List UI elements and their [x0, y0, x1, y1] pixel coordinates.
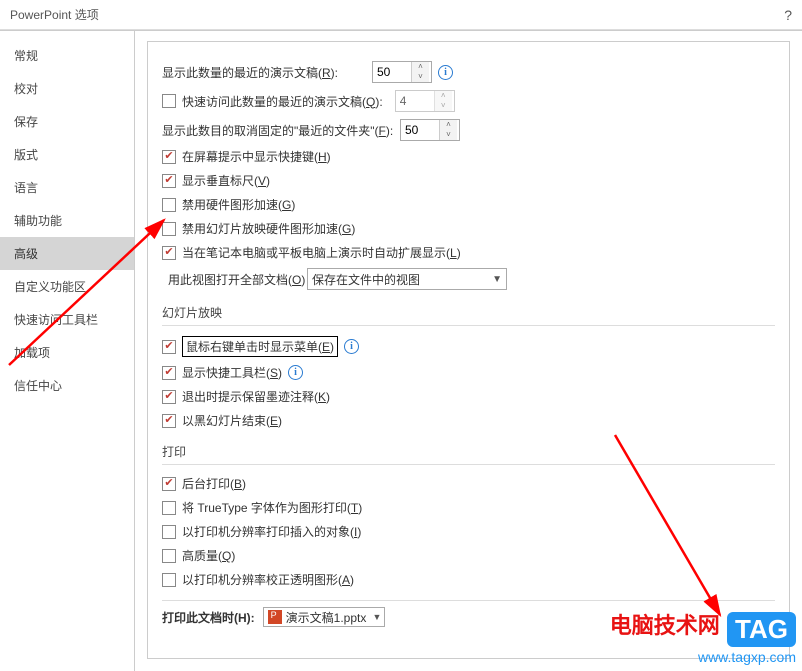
ink-label: 退出时提示保留墨迹注释(K): [182, 388, 330, 405]
spin-up-icon[interactable]: ˄: [440, 120, 457, 130]
sidebar-item-general[interactable]: 常规: [0, 39, 134, 72]
rightclick-menu-label: 鼠标右键单击时显示菜单(E): [182, 336, 338, 357]
open-docs-value: 保存在文件中的视图: [312, 271, 420, 288]
print-truetype-checkbox[interactable]: [162, 501, 176, 515]
print-transparent-checkbox[interactable]: [162, 573, 176, 587]
print-quality-checkbox[interactable]: [162, 549, 176, 563]
spin-down-icon[interactable]: ˅: [435, 101, 452, 111]
screentips-row: 在屏幕提示中显示快捷键(H): [162, 148, 775, 165]
ink-row: 退出时提示保留墨迹注释(K): [162, 388, 775, 405]
unpinned-row: 显示此数目的取消固定的"最近的文件夹"(F): ˄˅: [162, 119, 775, 141]
pptx-icon: [268, 610, 282, 624]
vruler-checkbox[interactable]: [162, 174, 176, 188]
sidebar-item-accessibility[interactable]: 辅助功能: [0, 204, 134, 237]
sidebar-item-save[interactable]: 保存: [0, 105, 134, 138]
slideshow-hw-checkbox[interactable]: [162, 222, 176, 236]
unpinned-input[interactable]: [401, 121, 439, 139]
window-title: PowerPoint 选项: [10, 6, 99, 23]
info-icon[interactable]: i: [438, 65, 453, 80]
screentips-label: 在屏幕提示中显示快捷键(H): [182, 148, 331, 165]
unpinned-spin[interactable]: ˄˅: [400, 119, 460, 141]
quick-access-input[interactable]: [396, 92, 434, 110]
sidebar-item-addins[interactable]: 加载项: [0, 336, 134, 369]
print-quality-label: 高质量(Q): [182, 547, 235, 564]
open-docs-combo[interactable]: 保存在文件中的视图 ▼: [307, 268, 507, 290]
print-quality-row: 高质量(Q): [162, 547, 775, 564]
print-doc-combo[interactable]: 演示文稿1.pptx ▼: [263, 607, 386, 627]
open-docs-label: 用此视图打开全部文档(O): [162, 271, 307, 288]
show-toolbar-row: 显示快捷工具栏(S) i: [162, 364, 775, 381]
endblack-checkbox[interactable]: [162, 414, 176, 428]
quick-access-row: 快速访问此数量的最近的演示文稿(Q): ˄˅: [162, 90, 775, 112]
hw-accel-row: 禁用硬件图形加速(G): [162, 196, 775, 213]
spin-up-icon[interactable]: ˄: [412, 62, 429, 72]
vruler-row: 显示垂直标尺(V): [162, 172, 775, 189]
print-doc-label: 打印此文档时(H):: [162, 609, 255, 626]
auto-extend-row: 当在笔记本电脑或平板电脑上演示时自动扩展显示(L): [162, 244, 775, 261]
chevron-down-icon: ▼: [372, 612, 381, 622]
open-docs-row: 用此视图打开全部文档(O) 保存在文件中的视图 ▼: [162, 268, 775, 290]
print-resolution-checkbox[interactable]: [162, 525, 176, 539]
show-toolbar-label: 显示快捷工具栏(S): [182, 364, 282, 381]
sidebar-item-trust[interactable]: 信任中心: [0, 369, 134, 402]
show-toolbar-checkbox[interactable]: [162, 366, 176, 380]
slideshow-hw-label: 禁用幻灯片放映硬件图形加速(G): [182, 220, 355, 237]
main-container: 常规 校对 保存 版式 语言 辅助功能 高级 自定义功能区 快速访问工具栏 加载…: [0, 30, 802, 671]
spin-up-icon[interactable]: ˄: [435, 91, 452, 101]
sidebar-item-quick-access[interactable]: 快速访问工具栏: [0, 303, 134, 336]
screentips-checkbox[interactable]: [162, 150, 176, 164]
recent-count-input[interactable]: [373, 63, 411, 81]
print-background-label: 后台打印(B): [182, 475, 246, 492]
quick-access-checkbox[interactable]: [162, 94, 176, 108]
sidebar-item-layout[interactable]: 版式: [0, 138, 134, 171]
print-section-header: 打印: [162, 443, 775, 465]
content-area: 显示此数量的最近的演示文稿(R): ˄˅ i 快速访问此数量的最近的演示文稿(Q…: [135, 31, 802, 671]
hw-accel-label: 禁用硬件图形加速(G): [182, 196, 295, 213]
endblack-label: 以黑幻灯片结束(E): [182, 412, 282, 429]
sidebar-item-proofing[interactable]: 校对: [0, 72, 134, 105]
slideshow-hw-row: 禁用幻灯片放映硬件图形加速(G): [162, 220, 775, 237]
print-doc-value: 演示文稿1.pptx: [286, 609, 367, 626]
watermark-brand: 电脑技术网: [610, 613, 720, 638]
print-background-row: 后台打印(B): [162, 475, 775, 492]
hw-accel-checkbox[interactable]: [162, 198, 176, 212]
sidebar-item-customize-ribbon[interactable]: 自定义功能区: [0, 270, 134, 303]
recent-count-label: 显示此数量的最近的演示文稿(R):: [162, 64, 372, 81]
watermark: 电脑技术网 TAG www.tagxp.com: [610, 608, 796, 665]
watermark-tag: TAG: [727, 612, 796, 647]
content-panel: 显示此数量的最近的演示文稿(R): ˄˅ i 快速访问此数量的最近的演示文稿(Q…: [147, 41, 790, 659]
sidebar-item-advanced[interactable]: 高级: [0, 237, 134, 270]
print-resolution-row: 以打印机分辨率打印插入的对象(I): [162, 523, 775, 540]
recent-count-row: 显示此数量的最近的演示文稿(R): ˄˅ i: [162, 61, 775, 83]
watermark-url: www.tagxp.com: [610, 649, 796, 665]
sidebar: 常规 校对 保存 版式 语言 辅助功能 高级 自定义功能区 快速访问工具栏 加载…: [0, 31, 135, 671]
sidebar-item-language[interactable]: 语言: [0, 171, 134, 204]
print-resolution-label: 以打印机分辨率打印插入的对象(I): [182, 523, 361, 540]
print-transparent-label: 以打印机分辨率校正透明图形(A): [182, 571, 354, 588]
recent-count-spin[interactable]: ˄˅: [372, 61, 432, 83]
chevron-down-icon: ▼: [492, 274, 502, 285]
vruler-label: 显示垂直标尺(V): [182, 172, 270, 189]
help-icon[interactable]: ?: [784, 7, 792, 23]
print-transparent-row: 以打印机分辨率校正透明图形(A): [162, 571, 775, 588]
rightclick-menu-row: 鼠标右键单击时显示菜单(E) i: [162, 336, 775, 357]
ink-checkbox[interactable]: [162, 390, 176, 404]
info-icon[interactable]: i: [344, 339, 359, 354]
quick-access-spin[interactable]: ˄˅: [395, 90, 455, 112]
spin-down-icon[interactable]: ˅: [412, 72, 429, 82]
titlebar: PowerPoint 选项 ?: [0, 0, 802, 30]
info-icon[interactable]: i: [288, 365, 303, 380]
print-background-checkbox[interactable]: [162, 477, 176, 491]
quick-access-label: 快速访问此数量的最近的演示文稿(Q):: [182, 93, 383, 110]
spin-down-icon[interactable]: ˅: [440, 130, 457, 140]
unpinned-label: 显示此数目的取消固定的"最近的文件夹"(F):: [162, 122, 400, 139]
print-truetype-row: 将 TrueType 字体作为图形打印(T): [162, 499, 775, 516]
slideshow-section-header: 幻灯片放映: [162, 304, 775, 326]
auto-extend-checkbox[interactable]: [162, 246, 176, 260]
endblack-row: 以黑幻灯片结束(E): [162, 412, 775, 429]
auto-extend-label: 当在笔记本电脑或平板电脑上演示时自动扩展显示(L): [182, 244, 461, 261]
print-truetype-label: 将 TrueType 字体作为图形打印(T): [182, 499, 362, 516]
rightclick-menu-checkbox[interactable]: [162, 340, 176, 354]
